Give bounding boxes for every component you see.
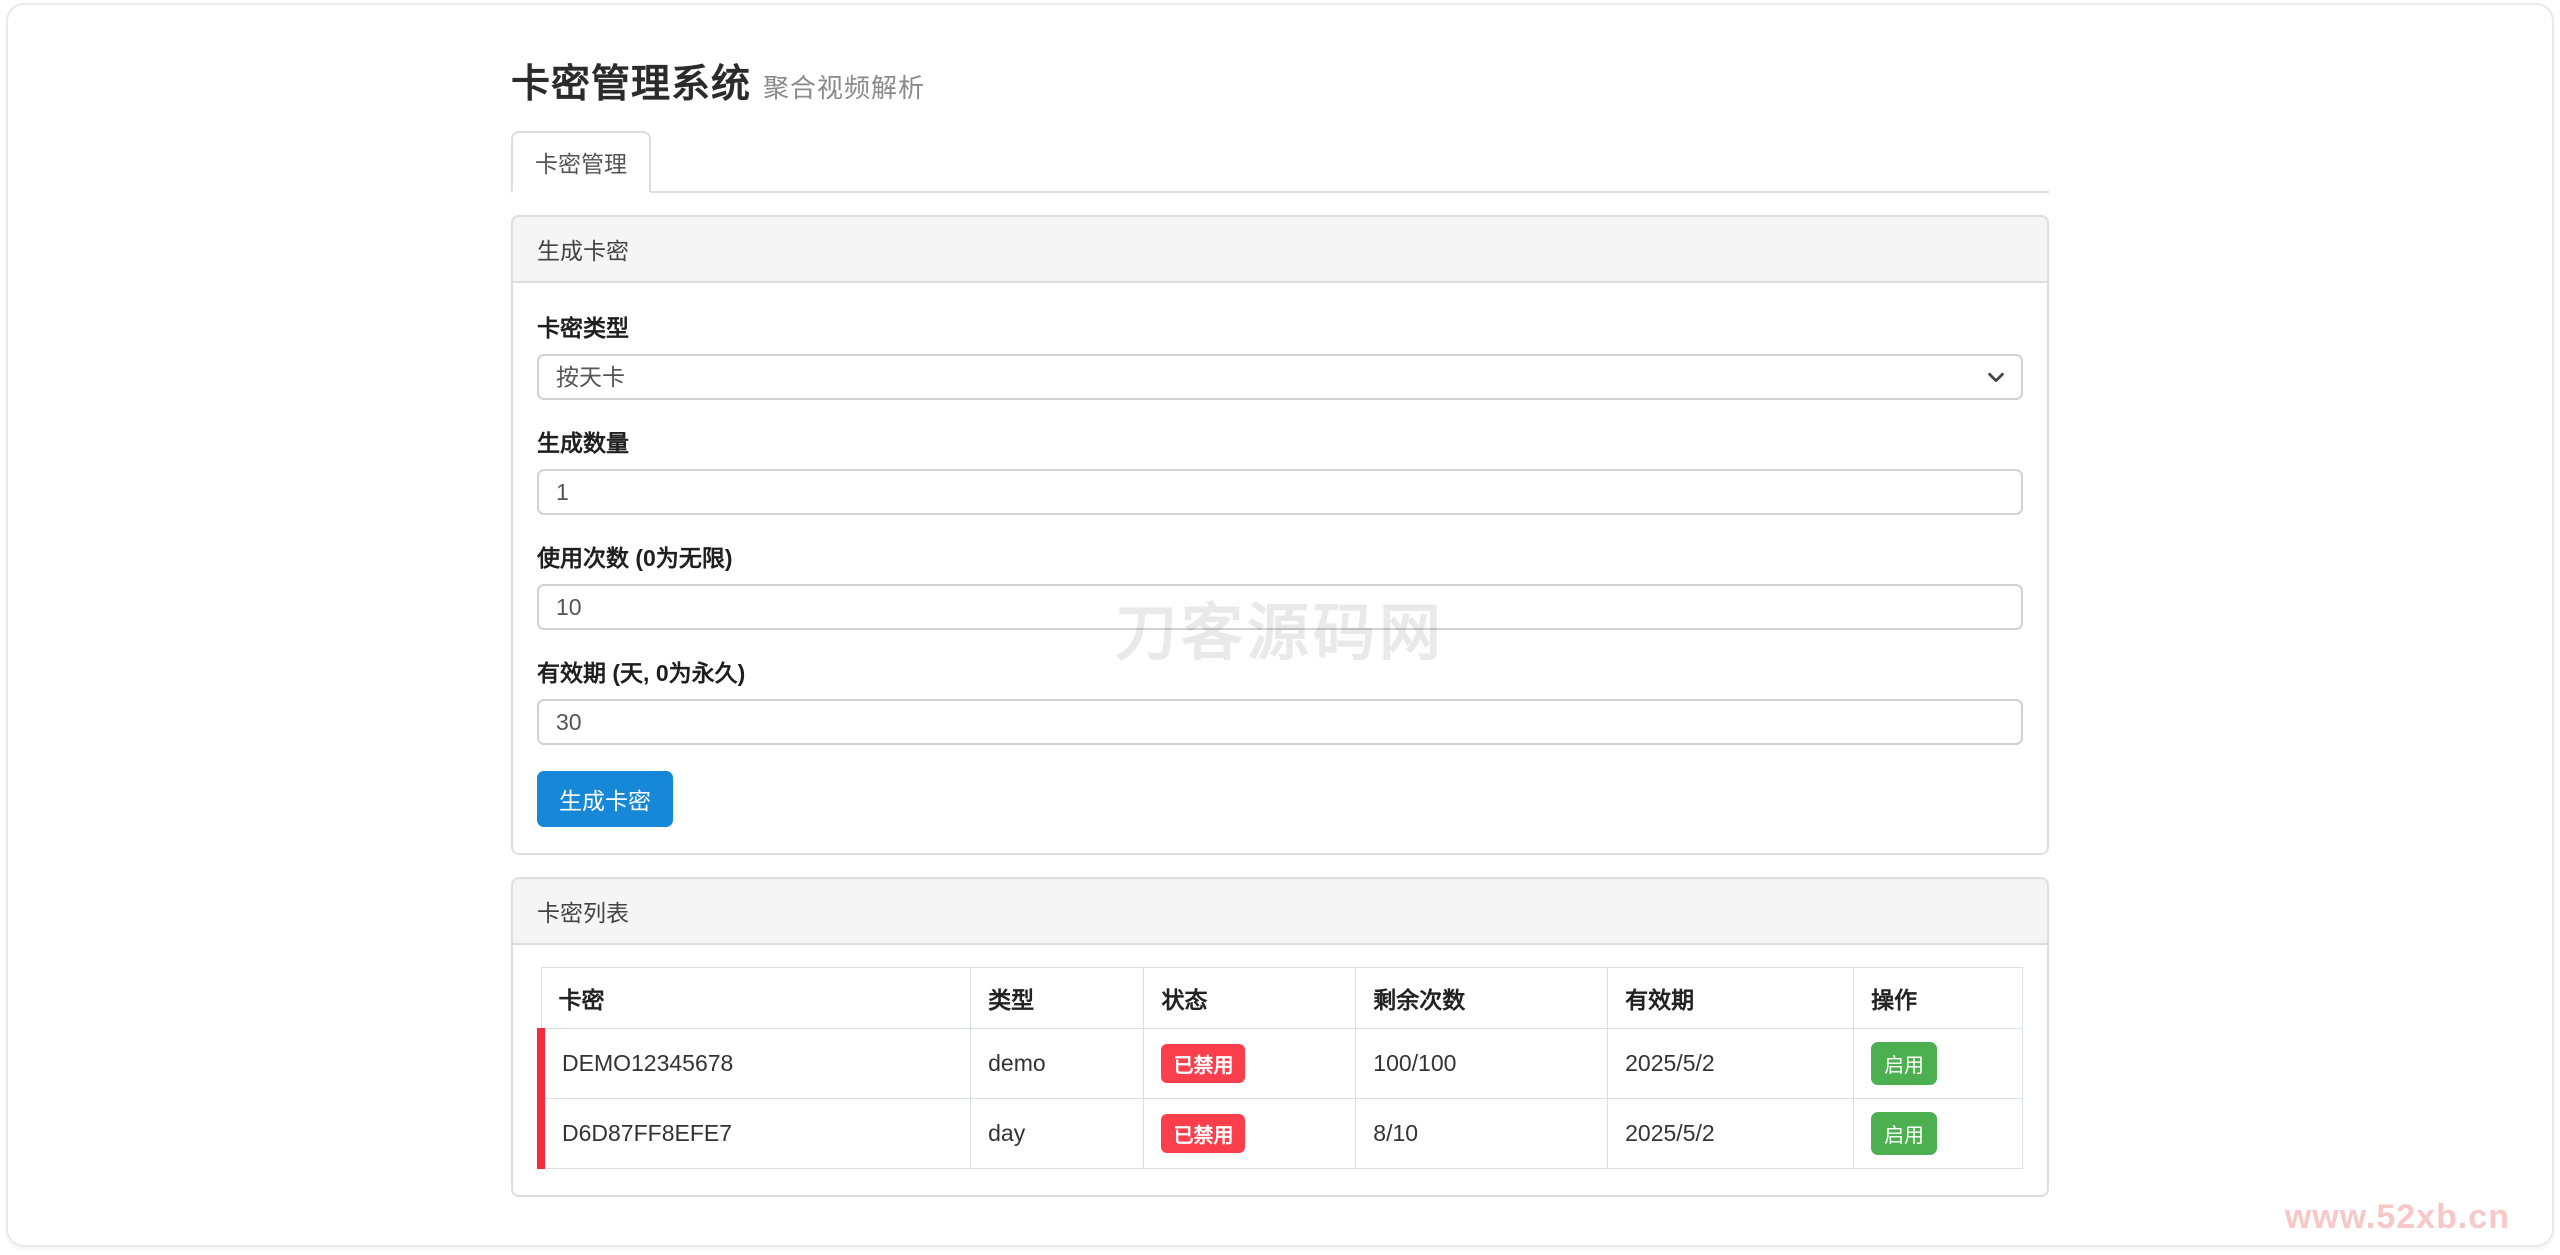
- tab-bar: 卡密管理: [511, 131, 2049, 193]
- generate-card-panel: 生成卡密 卡密类型 按天卡 生成数量 使用次数 (0为无限) 有效期 (天, 0…: [511, 215, 2049, 855]
- page-title: 卡密管理系统 聚合视频解析: [511, 53, 2049, 109]
- table-row: DEMO12345678 demo 已禁用 100/100 2025/5/2 启…: [537, 1028, 2023, 1099]
- card-type-select[interactable]: 按天卡: [537, 354, 2023, 400]
- cell-type: day: [970, 1098, 1145, 1169]
- card-type-select-wrap: 按天卡: [537, 354, 2023, 400]
- usage-count-input[interactable]: [537, 584, 2023, 630]
- page-subtitle: 聚合视频解析: [763, 73, 926, 103]
- cell-expiry: 2025/5/2: [1607, 1098, 1855, 1169]
- cell-card-key: D6D87FF8EFE7: [537, 1098, 972, 1169]
- cell-card-key: DEMO12345678: [537, 1028, 972, 1099]
- corner-watermark: www.52xb.cn: [2284, 1198, 2510, 1236]
- validity-input[interactable]: [537, 699, 2023, 745]
- enable-button[interactable]: 启用: [1871, 1112, 1938, 1155]
- cell-remaining: 8/10: [1355, 1098, 1609, 1169]
- cell-actions: 启用: [1853, 1028, 2023, 1099]
- list-panel-body: 卡密 类型 状态 剩余次数 有效期 操作 DEMO12345678 demo 已…: [513, 945, 2047, 1195]
- usage-count-label: 使用次数 (0为无限): [537, 545, 733, 571]
- card-type-label: 卡密类型: [537, 315, 629, 341]
- cell-actions: 启用: [1853, 1098, 2023, 1169]
- card-list-table: 卡密 类型 状态 剩余次数 有效期 操作 DEMO12345678 demo 已…: [537, 967, 2023, 1169]
- main-container: 卡密管理系统 聚合视频解析 卡密管理 生成卡密 卡密类型 按天卡 生成数量 1 …: [511, 5, 2049, 1197]
- col-header-remaining: 剩余次数: [1355, 967, 1609, 1029]
- cell-type: demo: [970, 1028, 1145, 1099]
- enable-button[interactable]: 启用: [1871, 1042, 1938, 1085]
- quantity-input[interactable]: [537, 469, 2023, 515]
- card-list-panel: 卡密列表 卡密 类型 状态 剩余次数 有效期 操作 DEMO12345678 d…: [511, 877, 2049, 1197]
- col-header-expiry: 有效期: [1607, 967, 1855, 1029]
- generate-panel-body: 卡密类型 按天卡 生成数量 使用次数 (0为无限) 有效期 (天, 0为永久) …: [513, 283, 2047, 853]
- col-header-actions: 操作: [1853, 967, 2023, 1029]
- table-header-row: 卡密 类型 状态 剩余次数 有效期 操作: [540, 967, 2023, 1029]
- list-panel-header: 卡密列表: [513, 879, 2047, 945]
- cell-expiry: 2025/5/2: [1607, 1028, 1855, 1099]
- status-badge: 已禁用: [1161, 1044, 1246, 1083]
- generate-panel-header: 生成卡密: [513, 217, 2047, 283]
- cell-remaining: 100/100: [1355, 1028, 1609, 1099]
- validity-label: 有效期 (天, 0为永久): [537, 660, 746, 686]
- quantity-label: 生成数量: [537, 430, 629, 456]
- table-row: D6D87FF8EFE7 day 已禁用 8/10 2025/5/2 启用: [537, 1098, 2023, 1169]
- col-header-status: 状态: [1143, 967, 1357, 1029]
- app-window: 卡密管理系统 聚合视频解析 卡密管理 生成卡密 卡密类型 按天卡 生成数量 1 …: [6, 3, 2554, 1247]
- cell-status: 已禁用: [1143, 1098, 1357, 1169]
- col-header-card-key: 卡密: [540, 967, 972, 1029]
- generate-card-button[interactable]: 生成卡密: [537, 771, 673, 827]
- col-header-type: 类型: [970, 967, 1145, 1029]
- tab-card-management[interactable]: 卡密管理: [511, 131, 651, 193]
- status-badge: 已禁用: [1161, 1114, 1246, 1153]
- page-title-text: 卡密管理系统: [511, 63, 752, 106]
- cell-status: 已禁用: [1143, 1028, 1357, 1099]
